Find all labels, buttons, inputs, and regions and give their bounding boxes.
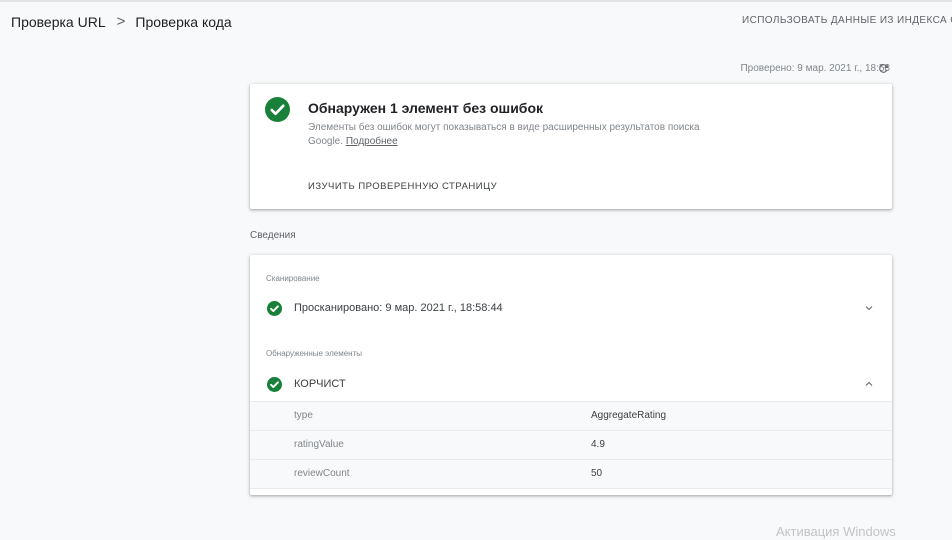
detected-item-row[interactable]: КОРЧИСТ bbox=[267, 372, 875, 396]
refresh-icon[interactable] bbox=[877, 62, 890, 75]
property-key: reviewCount bbox=[294, 468, 350, 479]
check-circle-icon bbox=[267, 376, 282, 392]
use-index-data-button[interactable]: ИСПОЛЬЗОВАТЬ ДАННЫЕ ИЗ ИНДЕКСА GO bbox=[742, 15, 952, 26]
table-row: reviewCount 50 bbox=[250, 459, 892, 489]
checked-time: Проверено: 9 мар. 2021 г., 18:58 bbox=[740, 63, 890, 74]
breadcrumb: Проверка URL > Проверка кода bbox=[11, 13, 232, 30]
property-value: AggregateRating bbox=[591, 410, 667, 421]
breadcrumb-code-check: Проверка кода bbox=[135, 13, 232, 30]
details-section-label: Сведения bbox=[250, 230, 296, 241]
chevron-right-icon: > bbox=[116, 13, 126, 30]
summary-card: Обнаружен 1 элемент без ошибок Элементы … bbox=[250, 84, 892, 209]
crawl-row[interactable]: Просканировано: 9 мар. 2021 г., 18:58:44 bbox=[267, 296, 875, 320]
table-row: ratingValue 4.9 bbox=[250, 430, 892, 459]
chevron-down-icon[interactable] bbox=[863, 302, 875, 314]
check-circle-icon bbox=[265, 97, 290, 122]
chevron-up-icon[interactable] bbox=[863, 378, 875, 390]
properties-table: type AggregateRating ratingValue 4.9 rev… bbox=[250, 401, 892, 489]
breadcrumb-url-inspection[interactable]: Проверка URL bbox=[11, 14, 106, 30]
property-key: ratingValue bbox=[294, 439, 344, 450]
windows-activation-watermark: Активация Windows bbox=[776, 524, 896, 539]
inspect-page-button[interactable]: ИЗУЧИТЬ ПРОВЕРЕННУЮ СТРАНИЦУ bbox=[308, 181, 497, 192]
learn-more-link[interactable]: Подробнее bbox=[346, 136, 398, 147]
check-circle-icon bbox=[267, 300, 282, 316]
property-value: 4.9 bbox=[591, 439, 605, 450]
crawl-status: Просканировано: 9 мар. 2021 г., 18:58:44 bbox=[294, 302, 503, 314]
crawl-label: Сканирование bbox=[266, 274, 320, 283]
table-row: type AggregateRating bbox=[250, 401, 892, 430]
property-value: 50 bbox=[591, 468, 603, 479]
details-card: Сканирование Просканировано: 9 мар. 2021… bbox=[250, 255, 892, 495]
detected-items-label: Обнаруженные элементы bbox=[266, 349, 362, 358]
top-divider bbox=[0, 0, 952, 2]
detected-item-name: КОРЧИСТ bbox=[294, 378, 346, 390]
summary-title: Обнаружен 1 элемент без ошибок bbox=[308, 100, 544, 116]
property-key: type bbox=[294, 410, 313, 421]
summary-description: Элементы без ошибок могут показываться в… bbox=[308, 121, 728, 149]
